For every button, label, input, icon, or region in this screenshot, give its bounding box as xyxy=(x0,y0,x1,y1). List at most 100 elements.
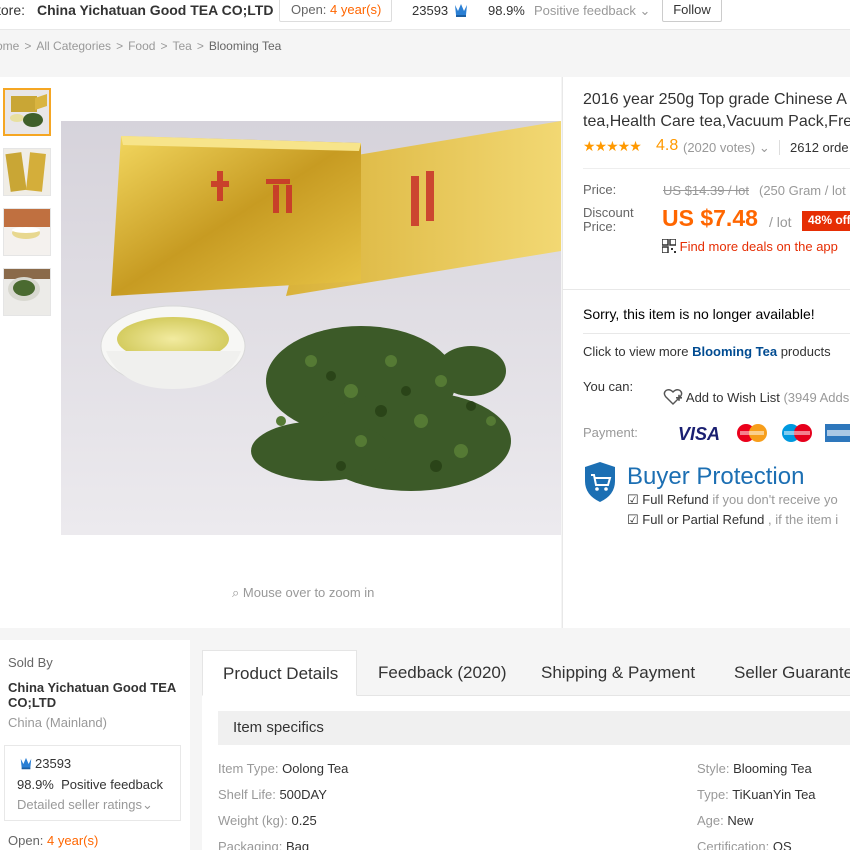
payment-methods: VISA xyxy=(678,422,850,449)
store-bar: tore: China Yichatuan Good TEA CO;LTD Op… xyxy=(0,0,850,30)
full-refund-note: if you don't receive yo xyxy=(712,492,838,507)
spec-key: Packaging: xyxy=(218,839,283,850)
product-title-line-1: 2016 year 250g Top grade Chinese A xyxy=(583,91,847,108)
spec-value: TiKuanYin Tea xyxy=(732,787,816,802)
detailed-seller-ratings-link[interactable]: Detailed seller ratings⌄ xyxy=(17,797,153,813)
add-to-wishlist-button[interactable]: Add to Wish List (3949 Adds xyxy=(663,388,849,406)
store-positive-pct: 98.9% xyxy=(488,3,525,18)
spec-shelf-life: Shelf Life: 500DAY xyxy=(218,787,327,802)
view-more-products: Click to view more Blooming Tea products xyxy=(583,344,831,359)
discount-price: US $7.48 xyxy=(662,205,758,231)
positive-feedback-dropdown[interactable]: Positive feedback ⌄ xyxy=(534,3,650,19)
tab-seller-guarantee[interactable]: Seller Guarante xyxy=(734,650,850,696)
rating-value: 4.8 xyxy=(656,137,679,154)
spec-key: Shelf Life: xyxy=(218,787,276,802)
divider xyxy=(563,289,850,290)
spec-age: Age: New xyxy=(697,813,753,828)
seller-name-link[interactable]: China Yichatuan Good TEA CO;LTD xyxy=(8,680,183,710)
mastercard-icon xyxy=(737,424,767,442)
spec-weight: Weight (kg): 0.25 xyxy=(218,813,317,828)
thumbnail-1[interactable] xyxy=(3,88,51,136)
breadcrumb: ome>All Categories>Food>Tea>Blooming Tea xyxy=(0,39,281,53)
spec-value: Oolong Tea xyxy=(282,761,349,776)
discount-price-label: Discount Price: xyxy=(583,205,634,234)
crown-medal-icon xyxy=(452,3,470,22)
checkbox-icon: ☑ xyxy=(627,492,639,507)
product-title-line-2: tea,Health Care tea,Vacuum Pack,Fre xyxy=(583,113,850,130)
follow-button[interactable]: Follow xyxy=(662,0,722,22)
you-can-label: You can: xyxy=(583,379,634,394)
spec-value: Bag xyxy=(285,839,310,850)
main-product-image[interactable] xyxy=(61,121,561,535)
votes-count: (2020 votes) xyxy=(683,140,756,155)
shield-cart-icon xyxy=(583,461,617,508)
product-title: 2016 year 250g Top grade Chinese A tea,H… xyxy=(583,89,850,133)
magnifier-icon: ⌕ xyxy=(232,585,240,600)
seller-ratings-box: 23593 98.9% Positive feedback Detailed s… xyxy=(4,745,181,821)
chevron-down-icon: ⌄ xyxy=(142,797,153,812)
thumbnail-4[interactable] xyxy=(3,268,51,316)
store-score[interactable]: 23593 xyxy=(412,3,448,18)
svg-text:VISA: VISA xyxy=(678,424,720,444)
spec-packaging: Packaging: Bag xyxy=(218,839,309,850)
breadcrumb-current: Blooming Tea xyxy=(208,39,282,53)
chevron-down-icon: ⌄ xyxy=(639,3,651,18)
seller-score: 23593 xyxy=(35,756,72,771)
seller-region: China (Mainland) xyxy=(8,715,107,730)
seller-positive-pct: 98.9% xyxy=(17,777,54,792)
tab-feedback[interactable]: Feedback (2020) xyxy=(378,650,507,696)
qr-code-icon xyxy=(661,238,680,254)
spec-value: 0.25 xyxy=(291,813,317,828)
spec-key: Weight (kg): xyxy=(218,813,288,828)
spec-style: Style: Blooming Tea xyxy=(697,761,812,776)
spec-value: QS xyxy=(772,839,792,850)
zoom-hint-text: Mouse over to zoom in xyxy=(242,585,375,600)
seller-open-duration: Open: 4 year(s) xyxy=(8,833,98,848)
spec-type: Type: TiKuanYin Tea xyxy=(697,787,816,802)
wishlist-label: Add to Wish List xyxy=(685,390,780,405)
store-name-link[interactable]: China Yichatuan Good TEA CO;LTD xyxy=(37,2,273,18)
per-lot: / lot xyxy=(769,214,792,230)
divider xyxy=(583,333,850,334)
positive-feedback-label: Positive feedback xyxy=(534,3,636,18)
spec-key: Item Type: xyxy=(218,761,279,776)
rating-stars-icon: ★★★★★ xyxy=(583,138,642,154)
tab-product-details[interactable]: Product Details xyxy=(202,650,357,696)
spec-key: Certification: xyxy=(697,839,770,850)
partial-refund-note: , if the item i xyxy=(768,512,839,527)
detail-tabs: Product Details Feedback (2020) Shipping… xyxy=(202,650,850,696)
seller-open-prefix: Open: xyxy=(8,833,44,848)
view-more-prefix: Click to view more xyxy=(583,344,689,359)
breadcrumb-food[interactable]: Food xyxy=(128,39,155,53)
crown-medal-icon xyxy=(18,757,34,776)
thumbnail-3[interactable] xyxy=(3,208,51,256)
maestro-icon xyxy=(782,424,812,442)
spec-key: Type: xyxy=(697,787,729,802)
tab-shipping-payment[interactable]: Shipping & Payment xyxy=(541,650,695,696)
discount-badge: 48% off xyxy=(802,211,850,231)
category-link[interactable]: Blooming Tea xyxy=(692,344,777,359)
amex-icon xyxy=(825,424,850,442)
partial-refund-line: ☑ Full or Partial Refund , if the item i xyxy=(627,512,838,528)
breadcrumb-all-categories[interactable]: All Categories xyxy=(36,39,111,53)
price-label: Price: xyxy=(583,182,617,197)
full-refund-label: Full Refund xyxy=(642,492,709,507)
unavailable-notice: Sorry, this item is no longer available! xyxy=(583,306,815,322)
heart-plus-icon xyxy=(663,389,686,405)
breadcrumb-home[interactable]: ome xyxy=(0,39,19,53)
item-specifics-header: Item specifics xyxy=(218,711,850,745)
thumbnail-2[interactable] xyxy=(3,148,51,196)
votes-dropdown[interactable]: (2020 votes) ⌄ xyxy=(683,140,770,156)
seller-panel: Sold By China Yichatuan Good TEA CO;LTD … xyxy=(0,640,190,850)
image-gallery: ⌕ Mouse over to zoom in xyxy=(0,77,561,628)
seller-open-years: 4 year(s) xyxy=(47,833,99,848)
spec-certification: Certification: QS xyxy=(697,839,792,850)
partial-refund-label: Full or Partial Refund xyxy=(642,512,765,527)
buyer-protection-title: Buyer Protection xyxy=(627,463,805,490)
full-refund-line: ☑ Full Refund if you don't receive yo xyxy=(627,492,838,508)
store-open-duration: Open: 4 year(s) xyxy=(279,0,392,22)
breadcrumb-tea[interactable]: Tea xyxy=(172,39,191,53)
app-deals-link[interactable]: Find more deals on the app xyxy=(661,238,838,254)
spec-value: 500DAY xyxy=(279,787,327,802)
payment-label: Payment: xyxy=(583,425,638,440)
